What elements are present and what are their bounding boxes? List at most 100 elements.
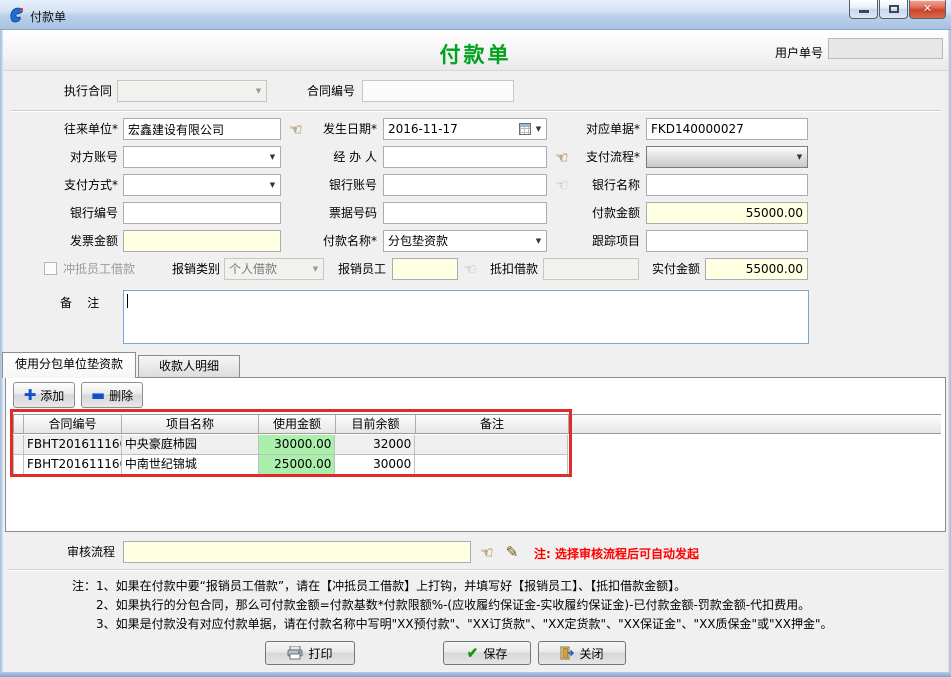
col-header-remark: 备注 xyxy=(416,415,569,433)
payment-form-window: 付款单 ✕ 付款单 用户单号 执行合同 ▼ 合同编号 往来单位* ☜ 发生日期*… xyxy=(0,0,951,677)
save-check-icon: ✔ xyxy=(467,646,479,660)
offset-employee-loan-checkbox[interactable] xyxy=(44,262,57,275)
remark-textarea[interactable] xyxy=(123,290,809,344)
row-indicator-header xyxy=(14,415,24,433)
pay-flow-select[interactable]: ▼ xyxy=(646,146,808,168)
deduct-loan-label: 抵扣借款 xyxy=(480,258,538,280)
reimburse-employee-label: 报销员工 xyxy=(328,258,386,280)
pay-amount-label: 付款金额 xyxy=(556,202,640,224)
separator-line xyxy=(8,569,943,571)
exec-contract-select[interactable]: ▼ xyxy=(117,80,267,102)
offset-employee-loan-label: 冲抵员工借款 xyxy=(63,258,153,280)
bank-no-input[interactable] xyxy=(123,202,281,224)
reimburse-employee-input[interactable] xyxy=(392,258,458,280)
table-header-row: 合同编号 项目名称 使用金额 目前余额 备注 xyxy=(13,414,941,434)
audit-flow-note: 注: 选择审核流程后可自动发起 xyxy=(534,545,699,562)
pay-amount-input[interactable] xyxy=(646,202,808,224)
chevron-down-icon: ▼ xyxy=(310,259,321,279)
calendar-icon xyxy=(519,123,531,135)
opp-account-label: 对方账号 xyxy=(28,146,118,168)
reimburse-type-label: 报销类别 xyxy=(158,258,220,280)
cell-project-name: 中南世纪锦城 xyxy=(122,455,259,475)
header-filler xyxy=(569,415,941,433)
tab-payee-detail[interactable]: 收款人明细 xyxy=(138,355,240,377)
pay-name-select[interactable]: 分包垫资款 ▼ xyxy=(383,230,547,252)
table-row[interactable]: FBHT2016111601 中南世纪锦城 25000.00 30000 xyxy=(13,455,568,475)
minimize-icon xyxy=(859,10,869,13)
contract-no-label: 合同编号 xyxy=(276,80,355,102)
track-project-label: 跟踪项目 xyxy=(556,230,640,252)
row-indicator-cell xyxy=(14,455,24,475)
contract-no-input[interactable] xyxy=(362,80,514,102)
remark-label: 备 注 xyxy=(60,292,118,314)
pay-flow-label: 支付流程* xyxy=(556,146,640,168)
counterpart-label: 往来单位* xyxy=(28,118,118,140)
window-title: 付款单 xyxy=(30,8,66,25)
actual-amount-input[interactable] xyxy=(705,258,808,280)
cell-current-balance: 32000 xyxy=(335,435,415,455)
cell-remark xyxy=(415,455,568,475)
add-button[interactable]: ✚ 添加 xyxy=(13,382,75,408)
track-project-input[interactable] xyxy=(646,230,808,252)
table-row[interactable]: FBHT2016111602 中央豪庭柿园 30000.00 32000 xyxy=(13,435,568,455)
note-line-3: 3、如果是付款没有对应付款单据，请在付款名称中写明"XX预付款"、"XX订货款"… xyxy=(72,615,833,634)
cell-project-name: 中央豪庭柿园 xyxy=(122,435,259,455)
minus-icon: ▬ xyxy=(91,388,105,403)
ref-doc-label: 对应单据* xyxy=(556,118,640,140)
instruction-notes: 注：1、如果在付款中要“报销员工借款”，请在【冲抵员工借款】上打钩，并填写好【报… xyxy=(72,577,833,634)
calendar-button[interactable]: ▼ xyxy=(519,119,544,139)
maximize-button[interactable] xyxy=(879,0,908,19)
audit-flow-browse-icon[interactable]: ☜ xyxy=(477,541,497,563)
invoice-amount-input[interactable] xyxy=(123,230,281,252)
exit-door-icon xyxy=(560,646,574,660)
col-header-contract-no: 合同编号 xyxy=(24,415,122,433)
handler-input[interactable] xyxy=(383,146,547,168)
actual-amount-label: 实付金额 xyxy=(644,258,700,280)
cell-used-amount: 25000.00 xyxy=(259,455,336,475)
close-form-button[interactable]: 关闭 xyxy=(538,641,626,665)
text-caret xyxy=(127,294,128,308)
close-button[interactable]: ✕ xyxy=(909,0,946,19)
audit-flow-input[interactable] xyxy=(123,541,471,563)
chevron-down-icon: ▼ xyxy=(533,119,544,139)
occur-date-picker[interactable]: 2016-11-17 ▼ xyxy=(383,118,547,140)
minimize-button[interactable] xyxy=(849,0,878,19)
chevron-down-icon: ▼ xyxy=(253,81,264,101)
window-frame-bottom xyxy=(0,672,951,677)
bank-account-input[interactable] xyxy=(383,174,547,196)
chevron-down-icon: ▼ xyxy=(267,147,278,167)
delete-button[interactable]: ▬ 删除 xyxy=(81,382,143,408)
pay-method-select[interactable]: ▼ xyxy=(123,174,281,196)
signature-pen-icon[interactable]: ✎ xyxy=(502,541,522,563)
chevron-down-icon: ▼ xyxy=(267,175,278,195)
occur-date-label: 发生日期* xyxy=(295,118,377,140)
cell-used-amount: 30000.00 xyxy=(259,435,336,455)
bank-name-input[interactable] xyxy=(646,174,808,196)
deduct-loan-input[interactable] xyxy=(543,258,639,280)
chevron-down-icon: ▼ xyxy=(533,231,544,251)
save-button[interactable]: ✔ 保存 xyxy=(443,641,531,665)
maximize-icon xyxy=(889,5,899,13)
print-icon xyxy=(287,646,303,660)
reimburse-employee-browse-icon[interactable]: ☜ xyxy=(460,258,480,280)
cell-remark xyxy=(415,435,568,455)
ref-doc-input[interactable] xyxy=(646,118,808,140)
note-line-2: 2、如果执行的分包合同，那么可付款金额=付款基数*付款限额%-(应收履约保证金-… xyxy=(72,596,833,615)
col-header-used-amount: 使用金额 xyxy=(259,415,336,433)
bill-no-input[interactable] xyxy=(383,202,547,224)
tab-subcontract-advance[interactable]: 使用分包单位垫资款 xyxy=(2,352,136,378)
opp-account-select[interactable]: ▼ xyxy=(123,146,281,168)
cell-current-balance: 30000 xyxy=(335,455,415,475)
user-no-field xyxy=(828,38,943,59)
pay-method-label: 支付方式* xyxy=(28,174,118,196)
print-button[interactable]: 打印 xyxy=(265,641,355,665)
plus-icon: ✚ xyxy=(24,388,37,403)
separator-line xyxy=(10,110,941,112)
col-header-current-balance: 目前余额 xyxy=(336,415,416,433)
pay-name-label: 付款名称* xyxy=(295,230,377,252)
handler-label: 经 办 人 xyxy=(295,146,377,168)
counterpart-input[interactable] xyxy=(123,118,281,140)
audit-flow-label: 审核流程 xyxy=(62,541,115,563)
bank-account-label: 银行账号 xyxy=(295,174,377,196)
reimburse-type-select[interactable]: 个人借款 ▼ xyxy=(224,258,324,280)
